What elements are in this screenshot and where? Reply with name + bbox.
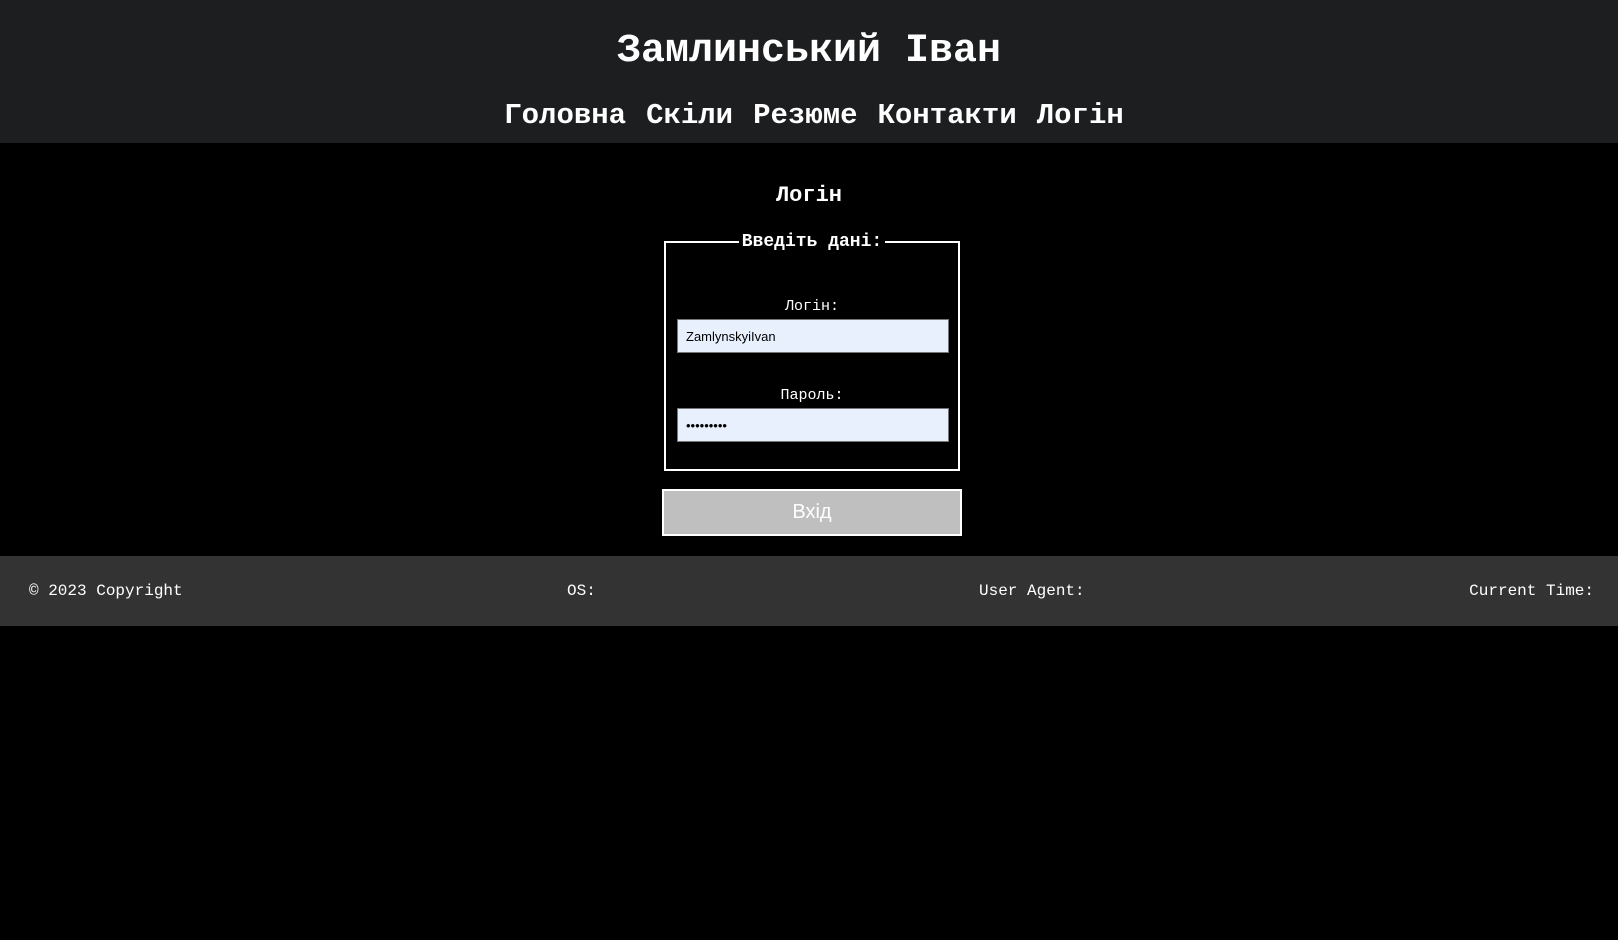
site-title: Замлинський Іван xyxy=(616,29,1002,74)
site-footer: © 2023 Copyright OS: User Agent: Current… xyxy=(0,556,1618,626)
password-input[interactable] xyxy=(677,408,949,442)
site-header: Замлинський Іван Головна Скіли Резюме Ко… xyxy=(0,0,1618,143)
login-submit-button[interactable]: Вхід xyxy=(662,489,962,536)
nav-contacts-link[interactable]: Контакти xyxy=(878,96,1017,136)
user-agent-label: User Agent: xyxy=(979,582,1085,600)
login-fieldset: Введіть дані: Логін: Пароль: xyxy=(664,231,960,471)
os-label: OS: xyxy=(567,582,596,600)
current-time-label: Current Time: xyxy=(1469,582,1594,600)
fieldset-legend: Введіть дані: xyxy=(741,232,883,252)
page-heading: Логін xyxy=(775,183,842,208)
login-label: Логін: xyxy=(784,298,839,315)
login-input[interactable] xyxy=(677,319,949,353)
main-nav: Головна Скіли Резюме Контакти Логін xyxy=(0,96,1618,136)
password-label: Пароль: xyxy=(780,387,844,404)
nav-login-link[interactable]: Логін xyxy=(1037,96,1124,136)
nav-skills-link[interactable]: Скіли xyxy=(646,96,733,136)
copyright-text: © 2023 Copyright xyxy=(29,582,183,600)
nav-resume-link[interactable]: Резюме xyxy=(753,96,857,136)
nav-home-link[interactable]: Головна xyxy=(504,96,626,136)
